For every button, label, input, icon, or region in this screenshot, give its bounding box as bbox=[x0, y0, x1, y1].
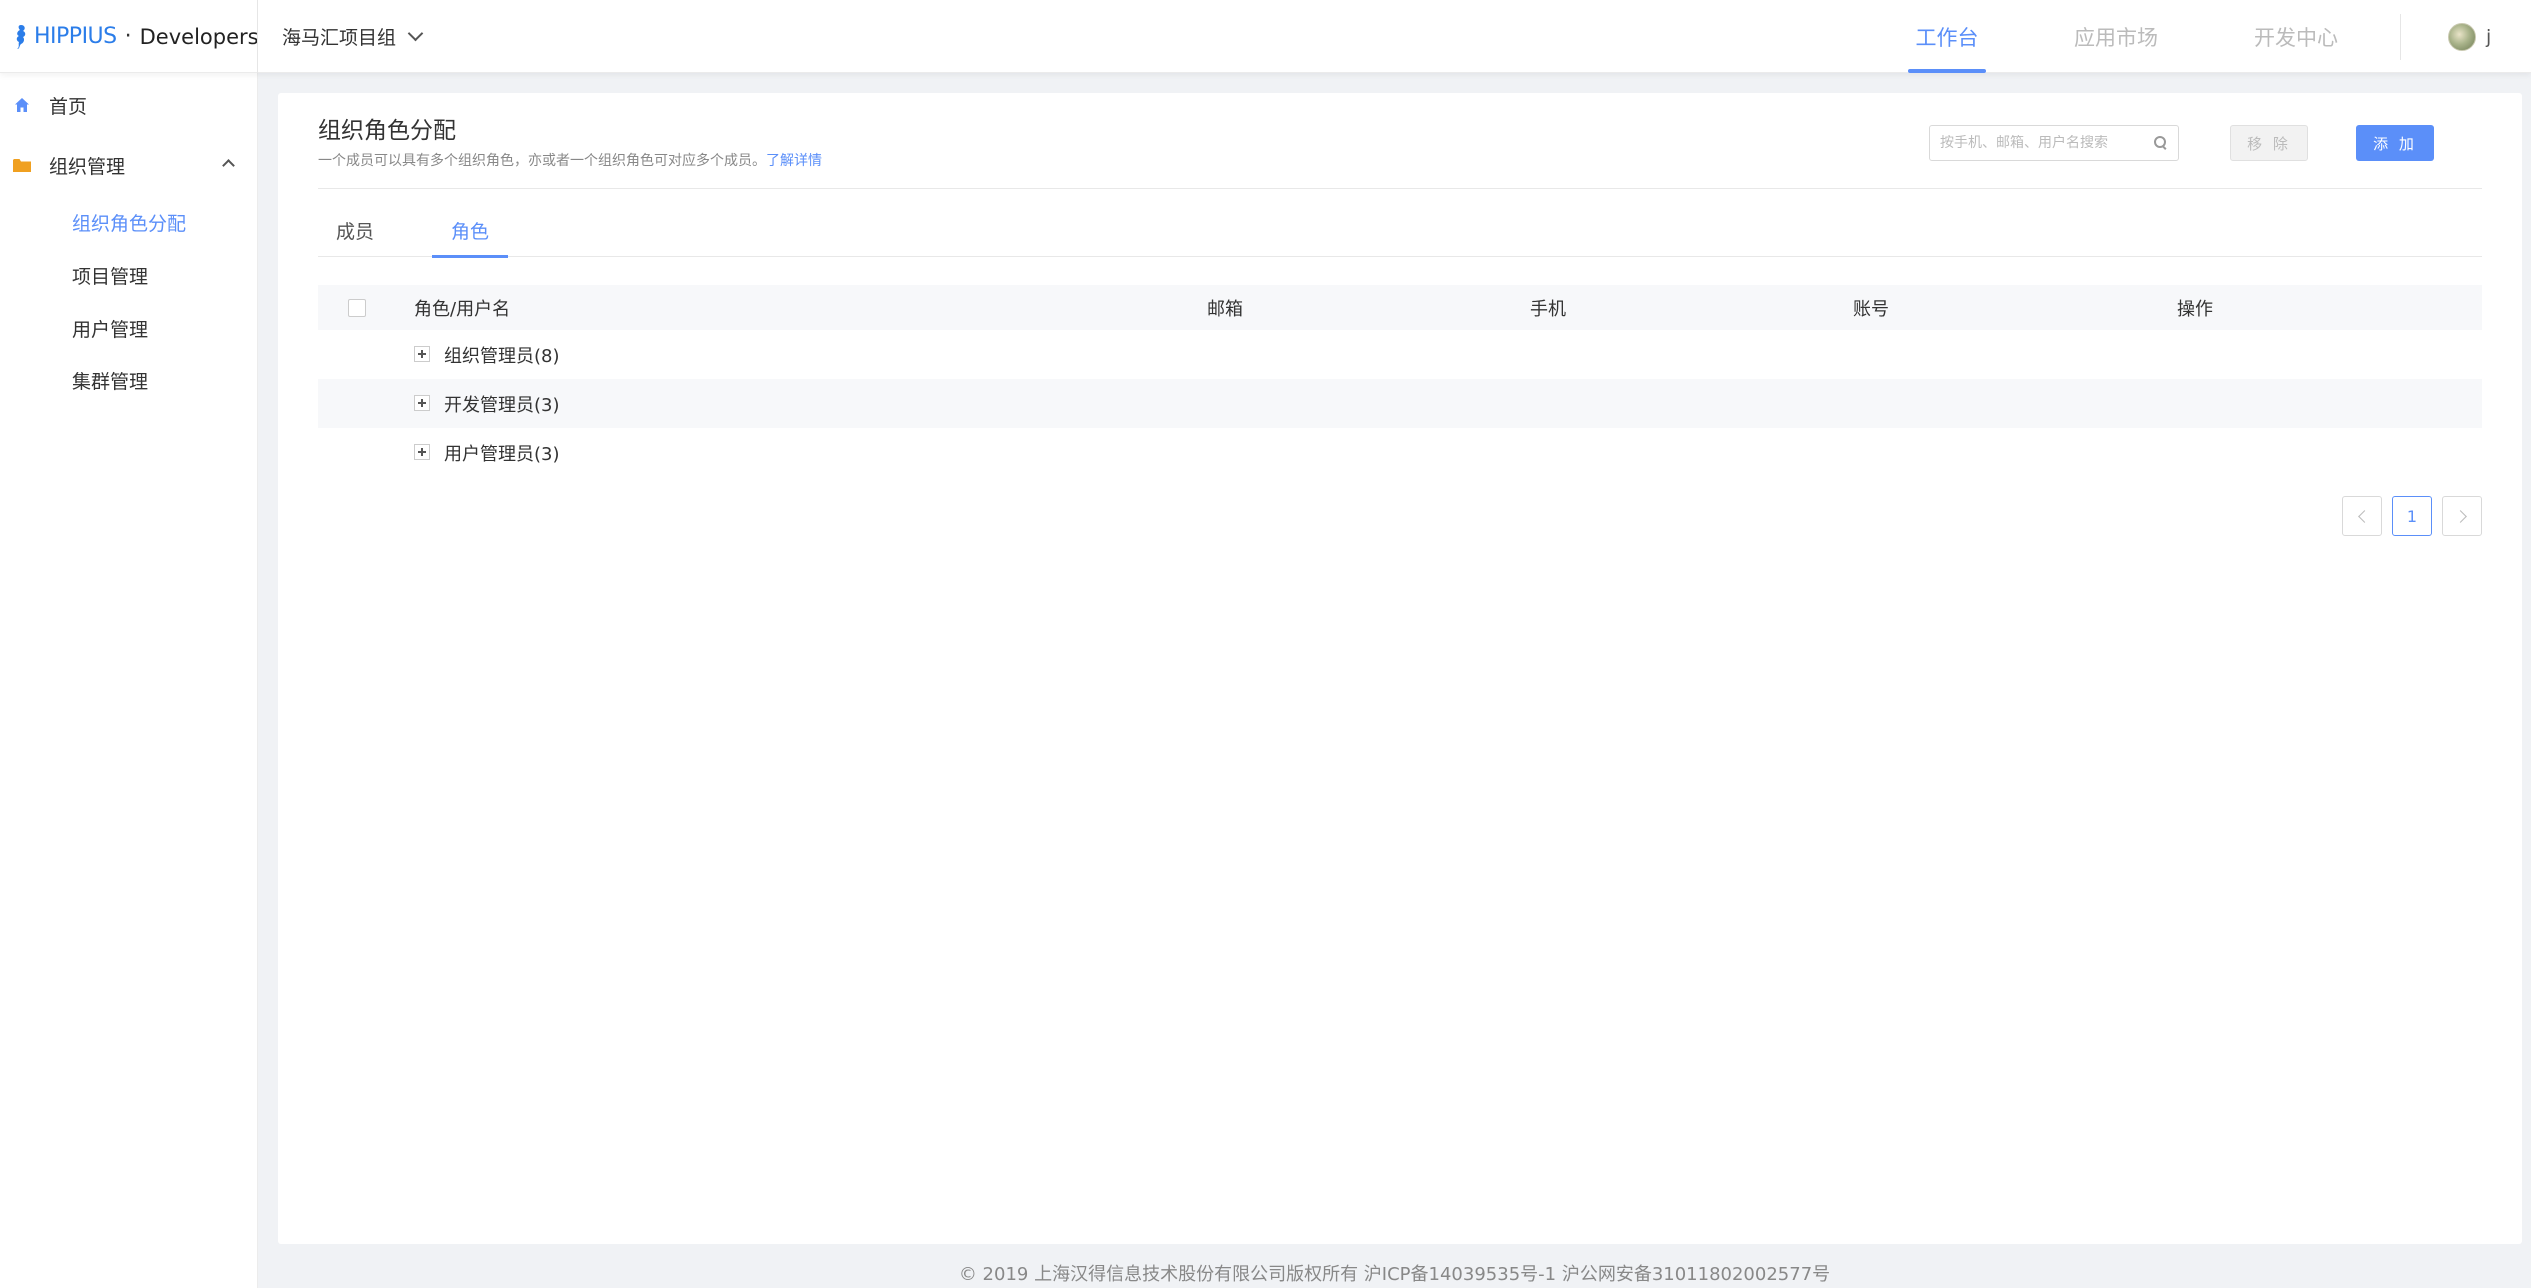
expand-plus-icon[interactable] bbox=[414, 444, 430, 460]
seahorse-logo-icon bbox=[12, 22, 30, 52]
role-name: 用户管理员(3) bbox=[444, 443, 560, 465]
sidebar-item-org-role-assignment[interactable]: 组织角色分配 bbox=[0, 197, 258, 247]
roles-table: 角色/用户名 邮箱 手机 账号 操作 组织管理员(8) 开发管理员(3) 用户管… bbox=[318, 285, 2482, 477]
column-header-email: 邮箱 bbox=[1207, 298, 1243, 320]
column-header-actions: 操作 bbox=[2177, 298, 2213, 320]
chevron-right-icon bbox=[2453, 509, 2467, 523]
nav-tab-label: 工作台 bbox=[1915, 25, 1979, 50]
pagination-page-button[interactable]: 1 bbox=[2392, 496, 2432, 536]
nav-tab-dev-center[interactable]: 开发中心 bbox=[2254, 0, 2338, 73]
user-menu[interactable]: j bbox=[2448, 0, 2491, 73]
add-button[interactable]: 添 加 bbox=[2356, 125, 2434, 161]
description-text: 一个成员可以具有多个组织角色，亦或者一个组织角色可对应多个成员。 bbox=[318, 153, 766, 169]
tab-bar: 成员 角色 bbox=[318, 203, 2482, 258]
tab-roles[interactable]: 角色 bbox=[432, 203, 508, 258]
sidebar-item-user-management[interactable]: 用户管理 bbox=[0, 303, 258, 353]
sidebar-item-home[interactable]: 首页 bbox=[0, 79, 258, 131]
sidebar-item-label: 组织管理 bbox=[49, 155, 126, 178]
home-icon bbox=[13, 96, 31, 114]
nav-tab-label: 应用市场 bbox=[2074, 25, 2158, 50]
avatar bbox=[2448, 22, 2476, 51]
footer-copyright: © 2019 上海汉得信息技术股份有限公司版权所有 沪ICP备14039535号… bbox=[958, 1264, 1831, 1285]
role-name: 开发管理员(3) bbox=[444, 394, 560, 416]
nav-tab-label: 开发中心 bbox=[2254, 25, 2338, 50]
header-divider bbox=[257, 0, 258, 73]
brand-name: HIPPIUS bbox=[34, 24, 117, 49]
page-title: 组织角色分配 bbox=[318, 118, 456, 144]
project-group-selector[interactable]: 海马汇项目组 bbox=[282, 0, 424, 73]
remove-button[interactable]: 移 除 bbox=[2230, 125, 2308, 161]
folder-icon bbox=[13, 156, 31, 174]
search-input[interactable] bbox=[1929, 125, 2179, 161]
nav-tab-app-market[interactable]: 应用市场 bbox=[2074, 0, 2158, 73]
sidebar-item-label: 首页 bbox=[49, 95, 88, 118]
sidebar-item-org-management[interactable]: 组织管理 bbox=[0, 139, 258, 191]
nav-tab-workbench[interactable]: 工作台 bbox=[1908, 0, 1986, 73]
sidebar-item-cluster-management[interactable]: 集群管理 bbox=[0, 355, 258, 405]
divider bbox=[318, 188, 2482, 189]
role-name: 组织管理员(8) bbox=[444, 345, 560, 367]
sidebar: 首页 组织管理 组织角色分配 项目管理 用户管理 集群管理 bbox=[0, 73, 258, 1288]
page-description: 一个成员可以具有多个组织角色，亦或者一个组织角色可对应多个成员。了解详情 bbox=[318, 150, 822, 170]
top-header: HIPPIUS · Developers 海马汇项目组 工作台 应用市场 开发中… bbox=[0, 0, 2531, 73]
learn-more-link[interactable]: 了解详情 bbox=[766, 153, 822, 169]
table-row: 组织管理员(8) bbox=[318, 330, 2482, 379]
brand-suffix: Developers bbox=[139, 24, 259, 49]
footer: © 2019 上海汉得信息技术股份有限公司版权所有 沪ICP备14039535号… bbox=[258, 1258, 2531, 1288]
brand-separator: · bbox=[124, 24, 132, 49]
project-group-label: 海马汇项目组 bbox=[282, 27, 397, 49]
pagination-next-button[interactable] bbox=[2442, 496, 2482, 536]
user-name: j bbox=[2486, 25, 2492, 48]
tab-label: 成员 bbox=[335, 220, 374, 243]
table-row: 开发管理员(3) bbox=[318, 379, 2482, 428]
header-divider bbox=[2400, 14, 2401, 60]
sidebar-item-label: 集群管理 bbox=[72, 370, 149, 393]
expand-plus-icon[interactable] bbox=[414, 346, 430, 362]
table-row: 用户管理员(3) bbox=[318, 428, 2482, 477]
column-header-phone: 手机 bbox=[1530, 298, 1566, 320]
chevron-up-icon bbox=[222, 159, 235, 172]
search-field[interactable] bbox=[1940, 135, 2154, 151]
sidebar-item-label: 组织角色分配 bbox=[72, 212, 187, 235]
tab-label: 角色 bbox=[450, 220, 489, 243]
sidebar-item-project-management[interactable]: 项目管理 bbox=[0, 250, 258, 300]
sidebar-item-label: 项目管理 bbox=[72, 265, 149, 288]
tab-members[interactable]: 成员 bbox=[318, 203, 392, 257]
select-all-cell bbox=[348, 285, 366, 330]
table-header: 角色/用户名 邮箱 手机 账号 操作 bbox=[318, 285, 2482, 330]
column-header-role: 角色/用户名 bbox=[414, 298, 511, 320]
column-header-account: 账号 bbox=[1853, 298, 1889, 320]
expand-plus-icon[interactable] bbox=[414, 395, 430, 411]
main-card: 组织角色分配 一个成员可以具有多个组织角色，亦或者一个组织角色可对应多个成员。了… bbox=[278, 93, 2522, 1244]
search-icon[interactable] bbox=[2154, 136, 2168, 150]
sidebar-item-label: 用户管理 bbox=[72, 318, 149, 341]
chevron-left-icon bbox=[2357, 509, 2371, 523]
select-all-checkbox[interactable] bbox=[348, 298, 366, 317]
pagination-prev-button[interactable] bbox=[2342, 496, 2382, 536]
brand-logo[interactable]: HIPPIUS · Developers bbox=[12, 0, 259, 73]
chevron-down-icon bbox=[407, 25, 424, 42]
